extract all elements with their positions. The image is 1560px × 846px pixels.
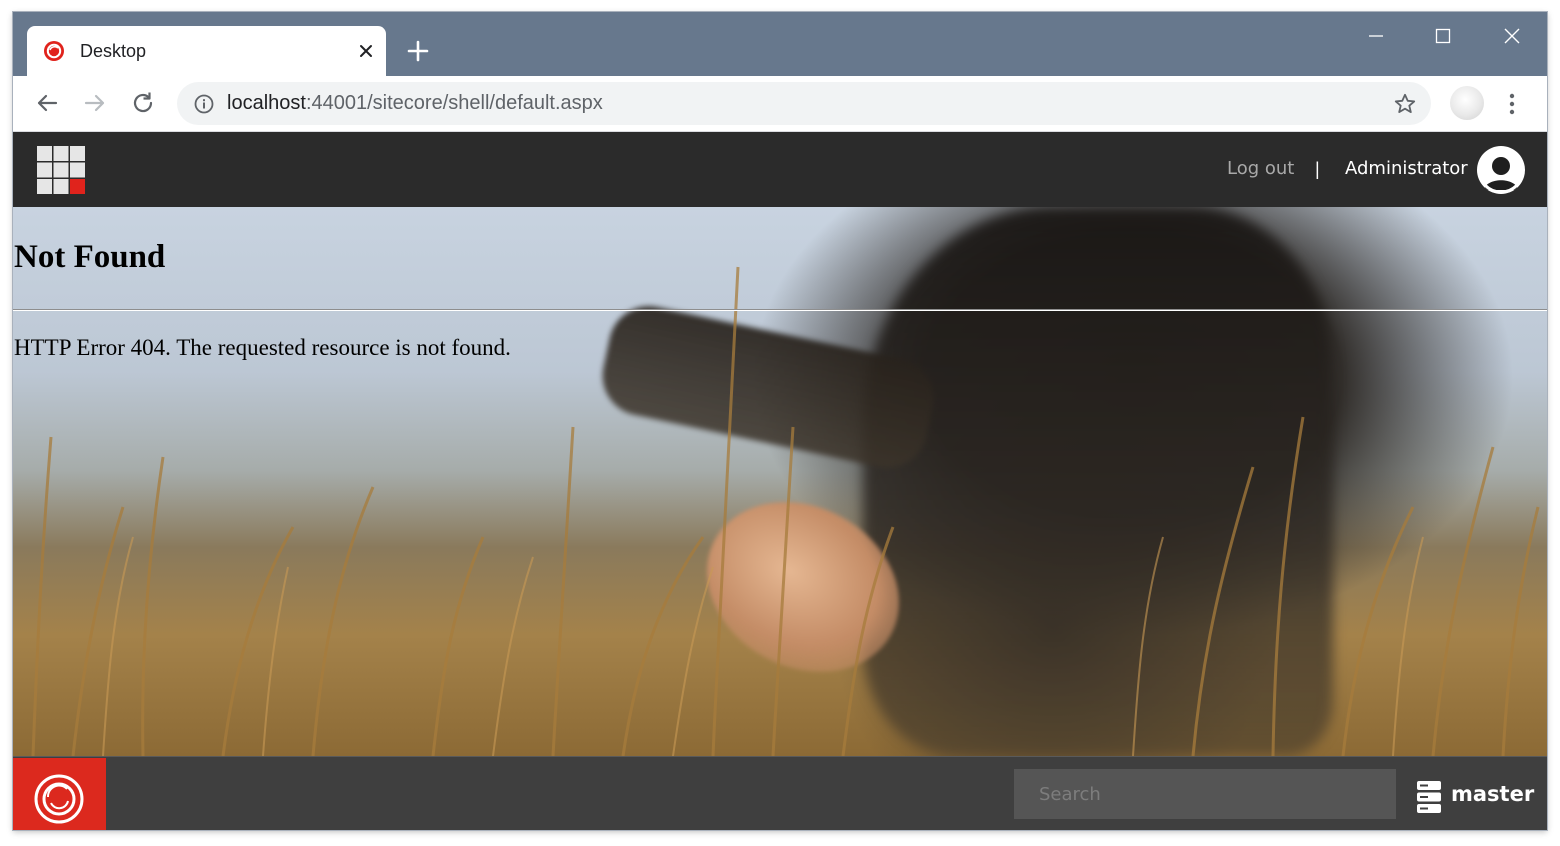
- url-host: localhost: [227, 92, 306, 114]
- desktop-background: Not Found HTTP Error 404. The requested …: [13, 207, 1547, 756]
- user-avatar[interactable]: [1477, 146, 1525, 194]
- maximize-icon: [1435, 28, 1451, 44]
- reload-icon[interactable]: [128, 88, 158, 118]
- start-button[interactable]: [13, 758, 106, 830]
- url-path: :44001/sitecore/shell/default.aspx: [305, 92, 603, 114]
- sitecore-icon: [44, 41, 64, 61]
- error-message: HTTP Error 404. The requested resource i…: [14, 335, 511, 360]
- launchpad-icon[interactable]: [37, 146, 85, 194]
- url-text[interactable]: localhost:44001/sitecore/shell/default.a…: [227, 82, 603, 125]
- forward-icon[interactable]: [80, 88, 110, 118]
- new-tab-icon[interactable]: [401, 34, 435, 68]
- close-window-icon: [1504, 28, 1520, 44]
- browser-toolbar: localhost:44001/sitecore/shell/default.a…: [13, 76, 1547, 132]
- tab-strip: Desktop: [13, 12, 1547, 76]
- sitecore-taskbar: master: [13, 756, 1547, 830]
- header-separator: |: [1315, 159, 1320, 179]
- info-icon[interactable]: [193, 93, 215, 115]
- kebab-menu-icon[interactable]: [1505, 90, 1519, 118]
- user-name[interactable]: Administrator: [1345, 155, 1468, 183]
- user-avatar-icon: [1477, 146, 1525, 194]
- logout-link[interactable]: Log out: [1227, 155, 1294, 183]
- database-name[interactable]: master: [1451, 779, 1534, 809]
- minimize-button[interactable]: [1354, 22, 1398, 50]
- back-icon[interactable]: [32, 88, 62, 118]
- database-icon[interactable]: [1417, 781, 1441, 813]
- sitecore-logo-icon: [34, 774, 84, 824]
- page-title: Not Found: [14, 239, 166, 275]
- background-grass: [31, 266, 1540, 756]
- tab-title: Desktop: [80, 41, 147, 61]
- sitecore-header: Log out | Administrator: [13, 132, 1547, 207]
- profile-avatar[interactable]: [1450, 86, 1484, 120]
- minimize-icon: [1369, 35, 1383, 37]
- search-input[interactable]: [1014, 769, 1396, 819]
- divider: [13, 309, 1547, 311]
- tab-desktop[interactable]: Desktop: [27, 26, 386, 76]
- close-window-button[interactable]: [1490, 22, 1534, 50]
- close-tab-icon[interactable]: [353, 38, 379, 64]
- browser-window: Desktop localhost:44001/sitecore/shell/d…: [13, 12, 1547, 830]
- address-bar[interactable]: localhost:44001/sitecore/shell/default.a…: [177, 82, 1431, 125]
- maximize-button[interactable]: [1421, 22, 1465, 50]
- star-icon[interactable]: [1393, 92, 1417, 116]
